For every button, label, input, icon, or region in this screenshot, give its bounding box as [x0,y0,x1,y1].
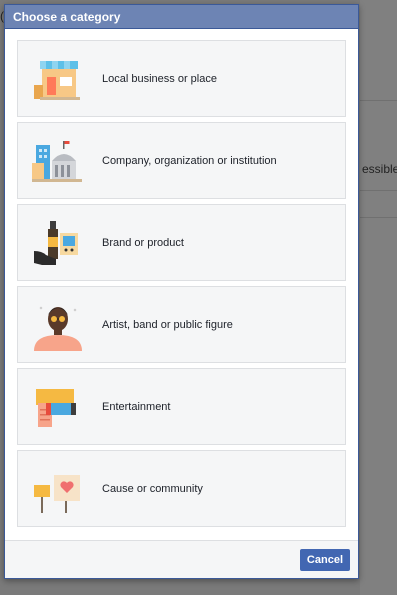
category-brand-product[interactable]: Brand or product [17,204,346,281]
category-label: Cause or community [102,483,203,495]
category-label: Artist, band or public figure [102,319,233,331]
background-text: essible a [362,162,397,176]
category-label: Entertainment [102,401,171,413]
artist-icon [34,306,82,351]
dialog-body: Local business or place Company, organiz… [5,29,358,540]
category-artist[interactable]: Artist, band or public figure [17,286,346,363]
background-panel [360,0,397,595]
category-entertainment[interactable]: Entertainment [17,368,346,445]
background-divider [360,100,397,101]
storefront-icon [34,61,80,100]
background-divider [360,217,397,218]
choose-category-dialog: Choose a category Local business or plac… [4,4,359,579]
category-label: Local business or place [102,73,217,85]
product-icon [34,221,78,265]
entertainment-icon [36,389,76,427]
category-label: Company, organization or institution [102,155,277,167]
category-label: Brand or product [102,237,184,249]
dialog-title: Choose a category [5,5,358,29]
building-icon [32,141,82,182]
category-local-business[interactable]: Local business or place [17,40,346,117]
category-company[interactable]: Company, organization or institution [17,122,346,199]
background-divider [360,190,397,191]
category-cause-community[interactable]: Cause or community [17,450,346,527]
cause-icon [34,475,80,513]
cancel-button[interactable]: Cancel [299,549,350,571]
dialog-footer: Cancel [5,540,358,578]
